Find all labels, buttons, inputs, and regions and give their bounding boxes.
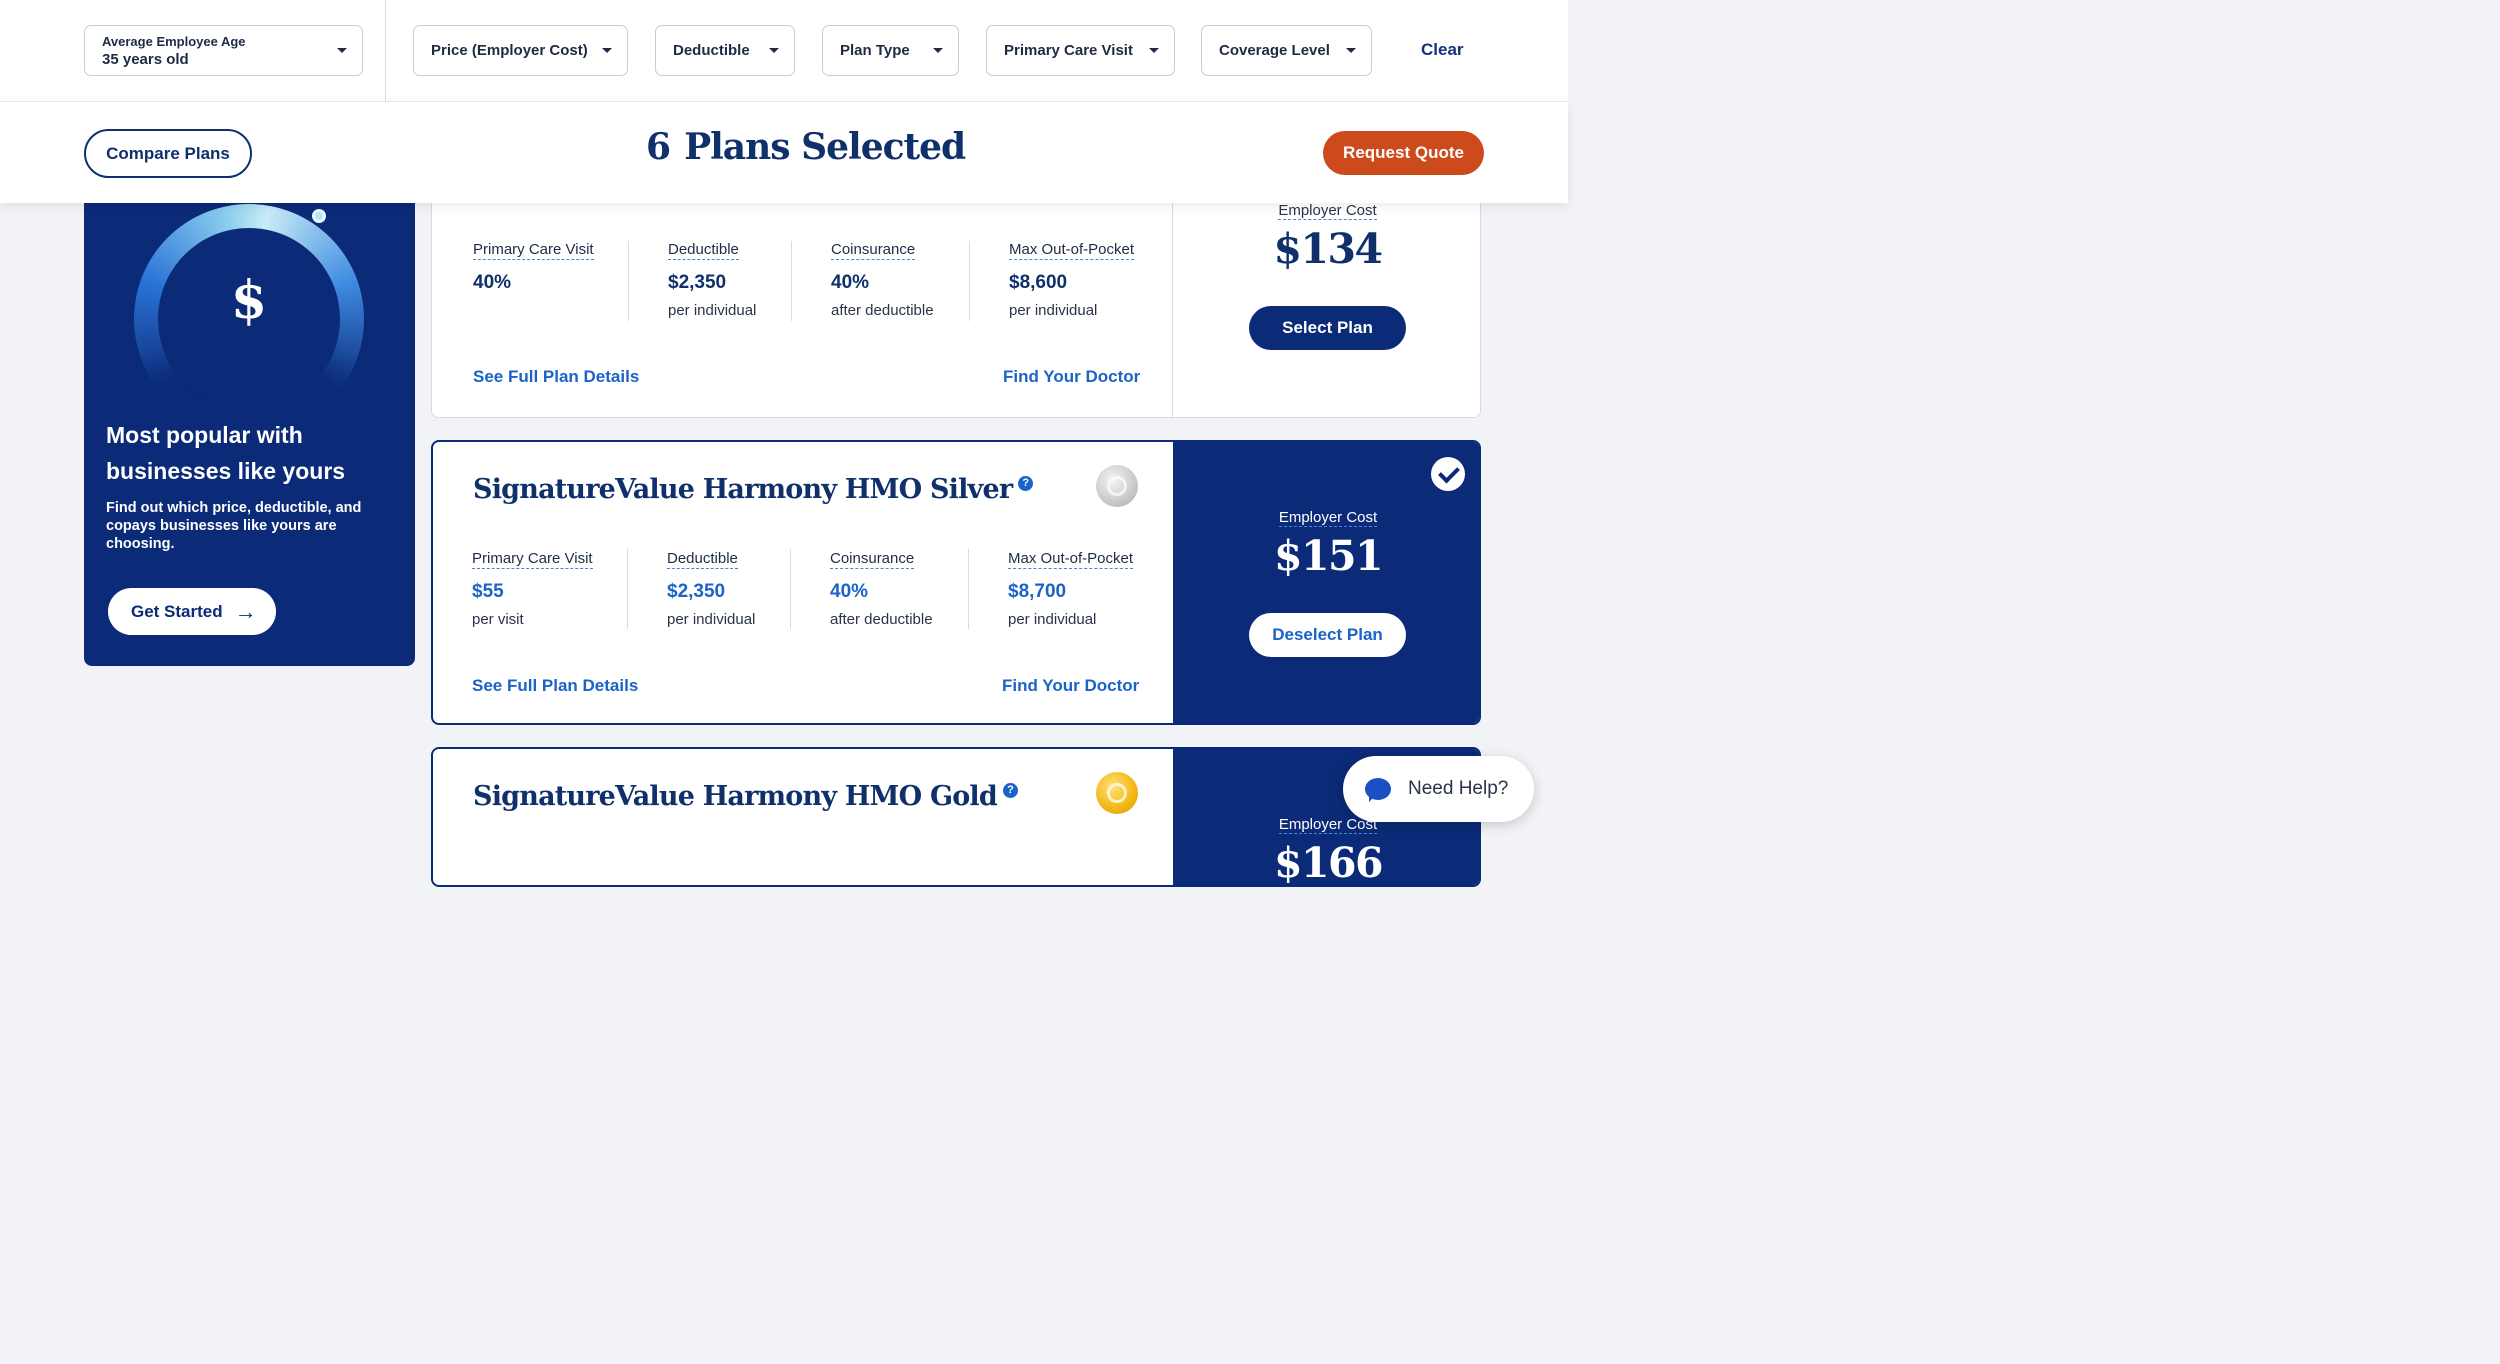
deductible-metric: Deductible $2,350 per individual bbox=[668, 241, 756, 319]
get-started-button[interactable]: Get Started → bbox=[108, 588, 276, 635]
primary-care-sub: per visit bbox=[472, 611, 524, 628]
selected-text: Plans Selected bbox=[684, 126, 966, 168]
gauge-indicator-icon bbox=[312, 209, 326, 223]
coinsurance-sub: after deductible bbox=[831, 302, 934, 319]
selection-header: Compare Plans 6 Plans Selected Request Qu… bbox=[0, 101, 1568, 203]
max-oop-metric: Max Out-of-Pocket $8,600 per individual bbox=[1009, 241, 1135, 319]
plans-selected-title: 6 Plans Selected bbox=[646, 126, 966, 168]
arrow-right-icon: → bbox=[234, 598, 257, 624]
need-help-chat-button[interactable]: Need Help? bbox=[1343, 756, 1534, 822]
plan-card-selected: SignatureValue Harmony HMO Silver? Prima… bbox=[431, 440, 1481, 725]
find-your-doctor-link[interactable]: Find Your Doctor bbox=[1003, 367, 1140, 387]
coinsurance-label[interactable]: Coinsurance bbox=[830, 550, 915, 569]
selected-count: 6 bbox=[646, 126, 671, 168]
popular-plans-promo: $ Most popular with businesses like your… bbox=[84, 160, 415, 666]
deductible-sub: per individual bbox=[668, 302, 757, 319]
caret-down-icon bbox=[769, 48, 779, 53]
price-filter[interactable]: Price (Employer Cost) bbox=[413, 25, 628, 76]
primary-care-filter[interactable]: Primary Care Visit bbox=[986, 25, 1175, 76]
info-icon[interactable]: ? bbox=[1002, 783, 1018, 798]
max-oop-value: $8,700 bbox=[1008, 581, 1067, 602]
deductible-value: $2,350 bbox=[668, 272, 727, 293]
compare-plans-button[interactable]: Compare Plans bbox=[84, 129, 252, 178]
employer-cost-label: Employer Cost bbox=[1278, 509, 1378, 527]
coinsurance-value: 40% bbox=[831, 272, 870, 293]
primary-care-value: 40% bbox=[473, 272, 512, 293]
plan-name: SignatureValue Harmony HMO Gold? bbox=[473, 781, 1018, 812]
max-oop-label[interactable]: Max Out-of-Pocket bbox=[1009, 241, 1135, 260]
max-oop-sub: per individual bbox=[1008, 611, 1097, 628]
employer-cost-price: $151 bbox=[1273, 532, 1384, 580]
select-plan-button[interactable]: Select Plan bbox=[1249, 306, 1406, 350]
employer-cost-label: Employer Cost bbox=[1278, 202, 1377, 220]
coverage-level-filter[interactable]: Coverage Level bbox=[1201, 25, 1372, 76]
dollar-icon: $ bbox=[230, 270, 268, 331]
filter-divider bbox=[385, 0, 386, 101]
chat-icon bbox=[1365, 778, 1391, 802]
primary-care-label[interactable]: Primary Care Visit bbox=[473, 241, 594, 260]
clear-filters-link[interactable]: Clear bbox=[1421, 40, 1464, 60]
caret-down-icon bbox=[337, 48, 347, 53]
employer-cost-price: $134 bbox=[1273, 225, 1383, 273]
coinsurance-label[interactable]: Coinsurance bbox=[831, 241, 916, 260]
primary-care-filter-label: Primary Care Visit bbox=[1004, 42, 1133, 59]
average-age-select[interactable]: Average Employee Age 35 years old bbox=[84, 25, 363, 76]
deductible-filter[interactable]: Deductible bbox=[655, 25, 795, 76]
deductible-label[interactable]: Deductible bbox=[668, 241, 739, 260]
silver-tier-icon bbox=[1096, 465, 1138, 507]
see-full-plan-details-link[interactable]: See Full Plan Details bbox=[472, 676, 638, 696]
deductible-filter-label: Deductible bbox=[673, 42, 750, 59]
employer-cost-panel: Employer Cost $151 Deselect Plan bbox=[1173, 442, 1479, 723]
gold-tier-icon bbox=[1096, 772, 1138, 814]
coverage-level-filter-label: Coverage Level bbox=[1219, 42, 1330, 59]
average-age-value: 35 years old bbox=[102, 50, 189, 68]
deselect-plan-button[interactable]: Deselect Plan bbox=[1249, 613, 1406, 657]
primary-care-metric: Primary Care Visit 40% bbox=[473, 241, 594, 294]
coinsurance-value: 40% bbox=[830, 581, 869, 602]
max-oop-metric: Max Out-of-Pocket $8,700 per individual bbox=[1008, 550, 1134, 628]
get-started-label: Get Started bbox=[131, 601, 223, 621]
plan-type-filter[interactable]: Plan Type bbox=[822, 25, 959, 76]
checkmark-icon[interactable] bbox=[1431, 457, 1465, 491]
deductible-sub: per individual bbox=[667, 611, 756, 628]
caret-down-icon bbox=[602, 48, 612, 53]
coinsurance-metric: Coinsurance 40% after deductible bbox=[830, 550, 933, 628]
gauge-graphic: $ bbox=[124, 204, 374, 464]
deductible-value: $2,350 bbox=[667, 581, 726, 602]
max-oop-sub: per individual bbox=[1009, 302, 1098, 319]
request-quote-button[interactable]: Request Quote bbox=[1323, 131, 1484, 175]
coinsurance-sub: after deductible bbox=[830, 611, 933, 628]
coinsurance-metric: Coinsurance 40% after deductible bbox=[831, 241, 934, 319]
info-icon[interactable]: ? bbox=[1018, 476, 1034, 491]
see-full-plan-details-link[interactable]: See Full Plan Details bbox=[473, 367, 639, 387]
max-oop-label[interactable]: Max Out-of-Pocket bbox=[1008, 550, 1134, 569]
employer-cost-price: $166 bbox=[1273, 839, 1384, 887]
deductible-metric: Deductible $2,350 per individual bbox=[667, 550, 755, 628]
primary-care-metric: Primary Care Visit $55 per visit bbox=[472, 550, 593, 628]
caret-down-icon bbox=[933, 48, 943, 53]
need-help-label: Need Help? bbox=[1408, 778, 1509, 799]
plan-name: SignatureValue Harmony HMO Silver? bbox=[473, 474, 1034, 505]
caret-down-icon bbox=[1149, 48, 1159, 53]
max-oop-value: $8,600 bbox=[1009, 272, 1068, 293]
filter-bar: Average Employee Age 35 years old Price … bbox=[0, 0, 1568, 101]
price-filter-label: Price (Employer Cost) bbox=[431, 42, 588, 59]
plan-type-filter-label: Plan Type bbox=[840, 42, 910, 59]
promo-title: Most popular with businesses like yours bbox=[106, 422, 346, 484]
average-age-label: Average Employee Age bbox=[102, 33, 246, 49]
promo-description: Find out which price, deductible, and co… bbox=[106, 500, 362, 552]
plan-card-selected: SignatureValue Harmony HMO Gold? Employe… bbox=[431, 747, 1481, 887]
find-your-doctor-link[interactable]: Find Your Doctor bbox=[1002, 676, 1139, 696]
deductible-label[interactable]: Deductible bbox=[667, 550, 738, 569]
primary-care-label[interactable]: Primary Care Visit bbox=[472, 550, 593, 569]
primary-care-value: $55 bbox=[472, 581, 504, 602]
caret-down-icon bbox=[1346, 48, 1356, 53]
